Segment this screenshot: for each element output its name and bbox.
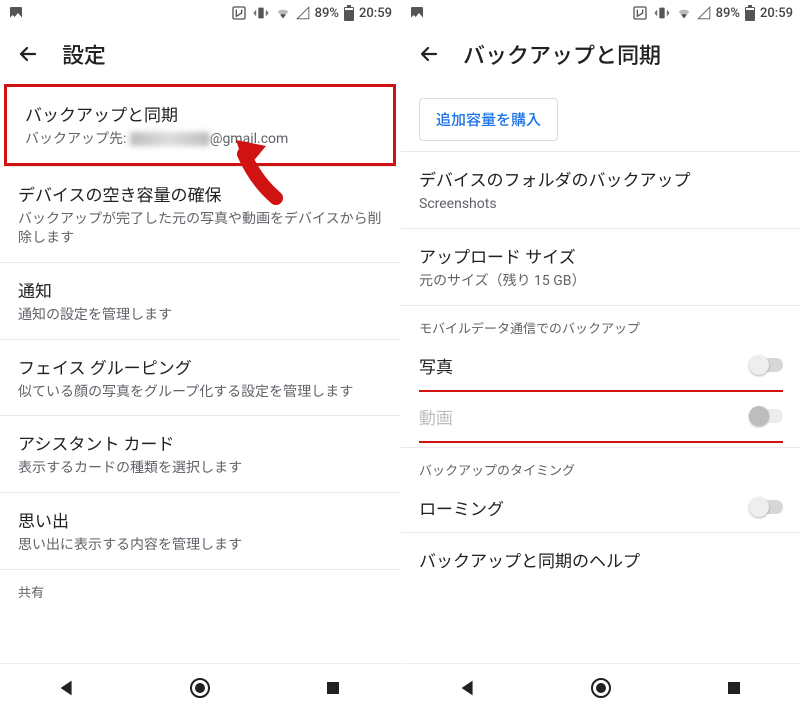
item-subtitle: 思い出に表示する内容を管理します [18, 536, 382, 555]
item-subtitle: バックアップ先: @gmail.com [25, 130, 375, 149]
battery-icon [745, 5, 755, 21]
wifi-icon [275, 5, 291, 21]
switch-disabled-icon [749, 406, 783, 426]
item-title: 通知 [18, 277, 382, 302]
app-bar: 設定 [0, 26, 400, 82]
screenshot-backup-sync: 89% 20:59 バックアップと同期 追加容量を購入 デバイスのフォルダのバッ… [401, 0, 801, 711]
toggle-label: 写真 [419, 353, 453, 378]
toggle-photos[interactable]: 写真 [401, 341, 801, 390]
nav-bar [401, 663, 801, 711]
item-subtitle: 表示するカードの種類を選択します [18, 459, 382, 478]
screenshot-settings-root: 89% 20:59 設定 バックアップと同期 バックアップ先: @gmail.c… [0, 0, 400, 711]
toggle-roaming[interactable]: ローミング [401, 483, 801, 532]
backup-dest-suffix: @gmail.com [210, 131, 288, 147]
nav-recent-button[interactable] [303, 668, 363, 708]
back-button[interactable] [415, 40, 443, 68]
toggle-label: 動画 [419, 404, 453, 429]
section-label-timing: バックアップのタイミング [401, 448, 801, 483]
nav-back-button[interactable] [438, 668, 498, 708]
battery-icon [344, 5, 354, 21]
toggle-videos[interactable]: 動画 [401, 392, 801, 441]
vibrate-icon [252, 5, 270, 21]
settings-item-assistant-cards[interactable]: アシスタント カード 表示するカードの種類を選択します [0, 416, 400, 492]
image-icon [409, 5, 425, 21]
item-subtitle: 似ている顔の写真をグループ化する設定を管理します [18, 383, 382, 402]
toggle-label: ローミング [419, 495, 504, 520]
section-label-mobile-data: モバイルデータ通信でのバックアップ [401, 306, 801, 341]
nfc-icon [231, 5, 247, 21]
item-title: バックアップと同期 [25, 101, 375, 126]
nav-home-button[interactable] [571, 668, 631, 708]
annotation-highlight: バックアップと同期 バックアップ先: @gmail.com [4, 84, 396, 166]
settings-item-notifications[interactable]: 通知 通知の設定を管理します [0, 263, 400, 339]
item-subtitle: Screenshots [419, 195, 783, 214]
nav-back-button[interactable] [37, 668, 97, 708]
wifi-icon [676, 5, 692, 21]
nfc-icon [632, 5, 648, 21]
battery-percent: 89% [315, 6, 339, 21]
item-title: デバイスの空き容量の確保 [18, 181, 382, 206]
settings-item-help[interactable]: バックアップと同期のヘルプ [401, 533, 801, 590]
item-subtitle: 通知の設定を管理します [18, 306, 382, 325]
signal-icon [296, 6, 310, 20]
item-subtitle: 元のサイズ（残り 15 GB） [419, 272, 783, 291]
status-bar: 89% 20:59 [401, 0, 801, 26]
redacted-email [130, 132, 210, 146]
battery-percent: 89% [716, 6, 740, 21]
buy-storage-button[interactable]: 追加容量を購入 [419, 98, 558, 141]
settings-item-upload-size[interactable]: アップロード サイズ 元のサイズ（残り 15 GB） [401, 229, 801, 305]
page-title: バックアップと同期 [463, 38, 661, 70]
item-title: アップロード サイズ [419, 243, 783, 268]
nav-recent-button[interactable] [704, 668, 764, 708]
page-title: 設定 [62, 38, 106, 70]
switch-off-icon [749, 355, 783, 375]
vibrate-icon [653, 5, 671, 21]
section-label-share: 共有 [0, 570, 400, 605]
switch-off-icon [749, 497, 783, 517]
settings-item-face-grouping[interactable]: フェイス グルーピング 似ている顔の写真をグループ化する設定を管理します [0, 340, 400, 416]
item-title: バックアップと同期のヘルプ [419, 547, 783, 572]
signal-icon [697, 6, 711, 20]
nav-home-button[interactable] [170, 668, 230, 708]
back-button[interactable] [14, 40, 42, 68]
item-title: 思い出 [18, 507, 382, 532]
item-title: フェイス グルーピング [18, 354, 382, 379]
nav-bar [0, 663, 400, 711]
backup-dest-prefix: バックアップ先: [25, 131, 130, 147]
item-subtitle: バックアップが完了した元の写真や動画をデバイスから削除します [18, 210, 382, 248]
item-title: アシスタント カード [18, 430, 382, 455]
settings-item-backup-sync[interactable]: バックアップと同期 バックアップ先: @gmail.com [7, 87, 393, 163]
settings-item-device-folders[interactable]: デバイスのフォルダのバックアップ Screenshots [401, 152, 801, 228]
item-title: デバイスのフォルダのバックアップ [419, 166, 783, 191]
status-bar: 89% 20:59 [0, 0, 400, 26]
image-icon [8, 5, 24, 21]
settings-item-free-up-space[interactable]: デバイスの空き容量の確保 バックアップが完了した元の写真や動画をデバイスから削除… [0, 167, 400, 262]
clock: 20:59 [760, 6, 793, 21]
clock: 20:59 [359, 6, 392, 21]
settings-item-memories[interactable]: 思い出 思い出に表示する内容を管理します [0, 493, 400, 569]
app-bar: バックアップと同期 [401, 26, 801, 82]
